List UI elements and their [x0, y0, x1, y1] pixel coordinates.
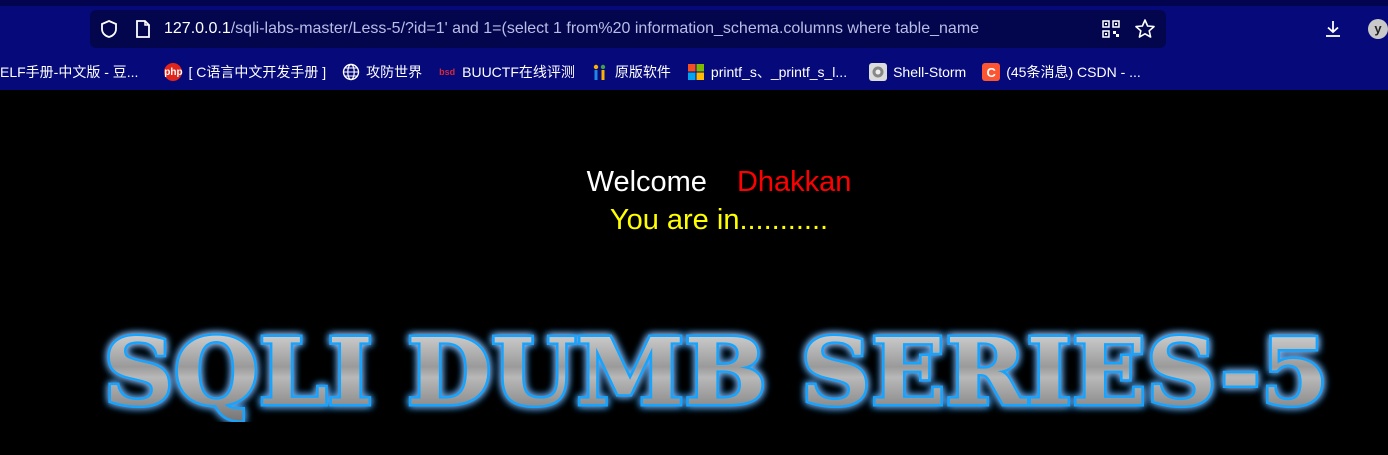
page-icon[interactable]: [132, 18, 154, 40]
page-content: Welcome Dhakkan You are in........... SQL…: [0, 90, 1388, 455]
bookmark-msdn[interactable]: 原版软件: [591, 58, 679, 86]
microsoft-icon: [687, 63, 705, 81]
bookmark-csdn[interactable]: C (45条消息) CSDN - ...: [982, 58, 1149, 86]
buuctf-icon: bsd: [439, 67, 456, 77]
bookmark-c-manual[interactable]: php [ C语言中文开发手册 ]: [164, 58, 334, 86]
welcome-text: Welcome: [586, 166, 707, 198]
bookmark-label: BUUCTF在线评测: [462, 64, 575, 80]
bookmark-buuctf[interactable]: bsd BUUCTF在线评测: [438, 58, 583, 86]
shellstorm-icon: [869, 63, 888, 81]
bookmark-adworld[interactable]: 攻防世界: [342, 58, 430, 86]
url-text[interactable]: 127.0.0.1/sqli-labs-master/Less-5/?id=1'…: [164, 20, 1100, 38]
bookmark-printf-docs[interactable]: printf_s、_printf_s_l...: [687, 58, 855, 86]
bookmark-label: 原版软件: [614, 64, 671, 80]
browser-chrome: 127.0.0.1/sqli-labs-master/Less-5/?id=1'…: [0, 0, 1388, 90]
tab-strip: [0, 0, 1388, 6]
banner-text: SQLI DUMB SERIES-5: [104, 322, 1329, 422]
msdn-icon: [591, 63, 609, 81]
shield-icon[interactable]: [98, 18, 120, 40]
bookmark-label: printf_s、_printf_s_l...: [710, 64, 848, 80]
globe-icon: [342, 63, 360, 81]
user-name: Dhakkan: [736, 166, 852, 198]
download-icon[interactable]: [1322, 18, 1344, 40]
php-icon: php: [164, 63, 183, 81]
csdn-icon: C: [982, 63, 1001, 81]
bookmark-elf-manual[interactable]: ELF手册-中文版 - 豆...: [0, 58, 146, 86]
status-message: You are in...........: [609, 204, 829, 236]
bookmark-label: 攻防世界: [366, 64, 423, 80]
bookmark-star-icon[interactable]: [1134, 18, 1156, 40]
bookmark-label: (45条消息) CSDN - ...: [1006, 64, 1141, 80]
bookmark-label: Shell-Storm: [893, 64, 967, 80]
welcome-line: Welcome Dhakkan: [0, 166, 1388, 199]
bookmarks-bar: ELF手册-中文版 - 豆... php [ C语言中文开发手册 ] 攻防世界 …: [0, 56, 1388, 88]
series-banner: SQLI DUMB SERIES-5: [101, 322, 1331, 422]
address-bar[interactable]: 127.0.0.1/sqli-labs-master/Less-5/?id=1'…: [90, 10, 1166, 48]
qr-code-icon[interactable]: [1100, 18, 1122, 40]
bookmark-shell-storm[interactable]: Shell-Storm: [869, 58, 974, 86]
account-avatar[interactable]: y: [1368, 18, 1388, 40]
bookmark-label: [ C语言中文开发手册 ]: [188, 64, 327, 80]
bookmark-label: ELF手册-中文版 - 豆...: [0, 64, 139, 80]
avatar-initial: y: [1368, 19, 1388, 39]
